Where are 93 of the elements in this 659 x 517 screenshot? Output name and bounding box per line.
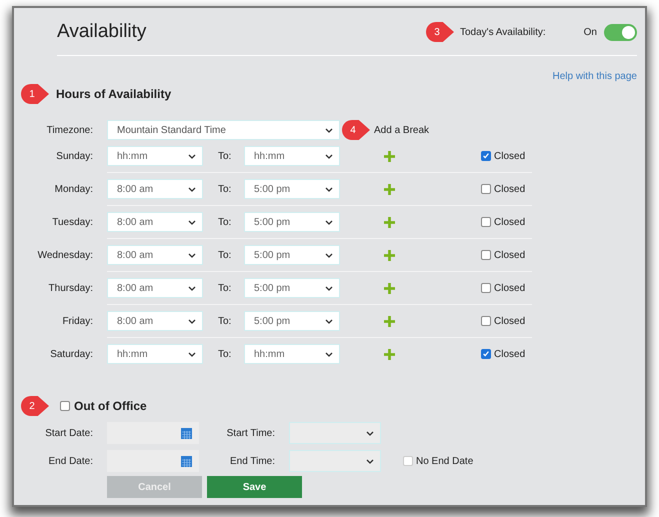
from-time-select[interactable]: 8:00 am (107, 212, 203, 232)
closed-label: Closed (494, 150, 526, 162)
callout-marker: 3 (426, 22, 454, 42)
to-label: To: (217, 316, 232, 326)
to-label: To: (217, 348, 232, 360)
to-time-select[interactable]: 5:00 pm (244, 278, 340, 298)
from-time-select[interactable]: 8:00 am (107, 278, 203, 298)
callout-marker: 4 (342, 120, 370, 140)
caret-icon (188, 286, 196, 290)
closed-checkbox[interactable] (481, 151, 491, 161)
caret-icon (325, 154, 333, 158)
end-date-label: End Date: (48, 456, 93, 466)
no-end-date-checkbox[interactable] (403, 456, 413, 466)
day-label: Friday: (61, 316, 93, 326)
closed-checkbox[interactable] (481, 250, 491, 260)
caret-icon (325, 352, 333, 356)
day-label: Tuesday: (51, 216, 93, 228)
end-date-field[interactable] (107, 450, 199, 472)
closed-checkbox[interactable] (481, 316, 491, 326)
from-time-select[interactable]: hh:mm (107, 146, 203, 166)
caret-icon (325, 318, 333, 324)
caret-icon (188, 252, 196, 258)
caret-icon (188, 352, 196, 356)
to-label: To: (217, 150, 232, 162)
closed-label: Closed (494, 316, 526, 326)
to-time-select[interactable]: 5:00 pm (244, 311, 340, 331)
day-label: Wednesday: (36, 250, 93, 260)
caret-icon (366, 430, 374, 436)
start-date-label: Start Date: (44, 428, 93, 438)
out-of-office-checkbox[interactable] (60, 401, 70, 411)
closed-checkbox[interactable] (481, 184, 491, 194)
closed-checkbox[interactable] (481, 217, 491, 227)
add-break-plus-icon[interactable] (384, 282, 395, 294)
day-label: Monday: (54, 184, 93, 194)
day-label: Sunday: (55, 150, 93, 162)
page-title: Availability (57, 21, 146, 43)
add-break-plus-icon[interactable] (384, 216, 395, 228)
caret-icon (366, 458, 374, 464)
section-heading: Hours of Availability (56, 87, 172, 101)
day-label: Thursday: (48, 282, 93, 294)
add-break-plus-icon[interactable] (384, 316, 395, 326)
section-heading: Out of Office (74, 399, 147, 413)
calendar-icon[interactable] (181, 427, 192, 439)
timezone-select[interactable]: Mountain Standard Time (107, 120, 340, 140)
save-button[interactable]: Save (207, 476, 302, 498)
day-label: Saturday: (49, 348, 93, 360)
add-break-plus-icon[interactable] (384, 150, 395, 162)
timezone-label: Timezone: (46, 124, 93, 136)
todays-availability-label: Today's Availability: (460, 26, 546, 38)
to-label: To: (217, 250, 232, 260)
closed-checkbox[interactable] (481, 283, 491, 293)
to-label: To: (217, 184, 232, 194)
from-time-select[interactable]: hh:mm (107, 344, 203, 364)
calendar-icon[interactable] (181, 455, 192, 467)
toggle-state-label: On (584, 26, 597, 38)
to-time-select[interactable]: 5:00 pm (244, 245, 340, 265)
caret-icon (325, 220, 333, 224)
to-time-select[interactable]: 5:00 pm (244, 179, 340, 199)
caret-icon (325, 286, 333, 290)
caret-icon (188, 186, 196, 192)
closed-label: Closed (494, 282, 526, 294)
to-time-select[interactable]: hh:mm (244, 344, 340, 364)
closed-label: Closed (494, 216, 526, 228)
caret-icon (325, 128, 333, 132)
add-break-plus-icon[interactable] (384, 348, 395, 360)
help-link[interactable]: Help with this page (552, 71, 637, 82)
to-label: To: (217, 282, 232, 294)
to-label: To: (217, 216, 232, 228)
caret-icon (325, 252, 333, 258)
to-time-select[interactable]: hh:mm (244, 146, 340, 166)
no-end-date-label: No End Date (416, 456, 474, 466)
caret-icon (188, 220, 196, 224)
add-break-label: Add a Break (374, 124, 430, 136)
add-break-plus-icon[interactable] (384, 250, 395, 260)
start-time-select[interactable] (289, 422, 381, 444)
add-break-plus-icon[interactable] (384, 184, 395, 194)
start-time-label: Start Time: (226, 428, 275, 438)
availability-toggle[interactable] (604, 24, 637, 40)
from-time-select[interactable]: 8:00 am (107, 179, 203, 199)
callout-marker: 1 (21, 84, 49, 104)
from-time-select[interactable]: 8:00 am (107, 245, 203, 265)
from-time-select[interactable]: 8:00 am (107, 311, 203, 331)
caret-icon (325, 186, 333, 192)
callout-marker: 2 (21, 396, 49, 416)
start-date-field[interactable] (107, 422, 199, 444)
closed-checkbox[interactable] (481, 349, 491, 359)
to-time-select[interactable]: 5:00 pm (244, 212, 340, 232)
caret-icon (188, 154, 196, 158)
closed-label: Closed (494, 184, 526, 194)
closed-label: Closed (494, 250, 526, 260)
closed-label: Closed (494, 348, 526, 360)
end-time-label: End Time: (228, 456, 275, 466)
caret-icon (188, 318, 196, 324)
